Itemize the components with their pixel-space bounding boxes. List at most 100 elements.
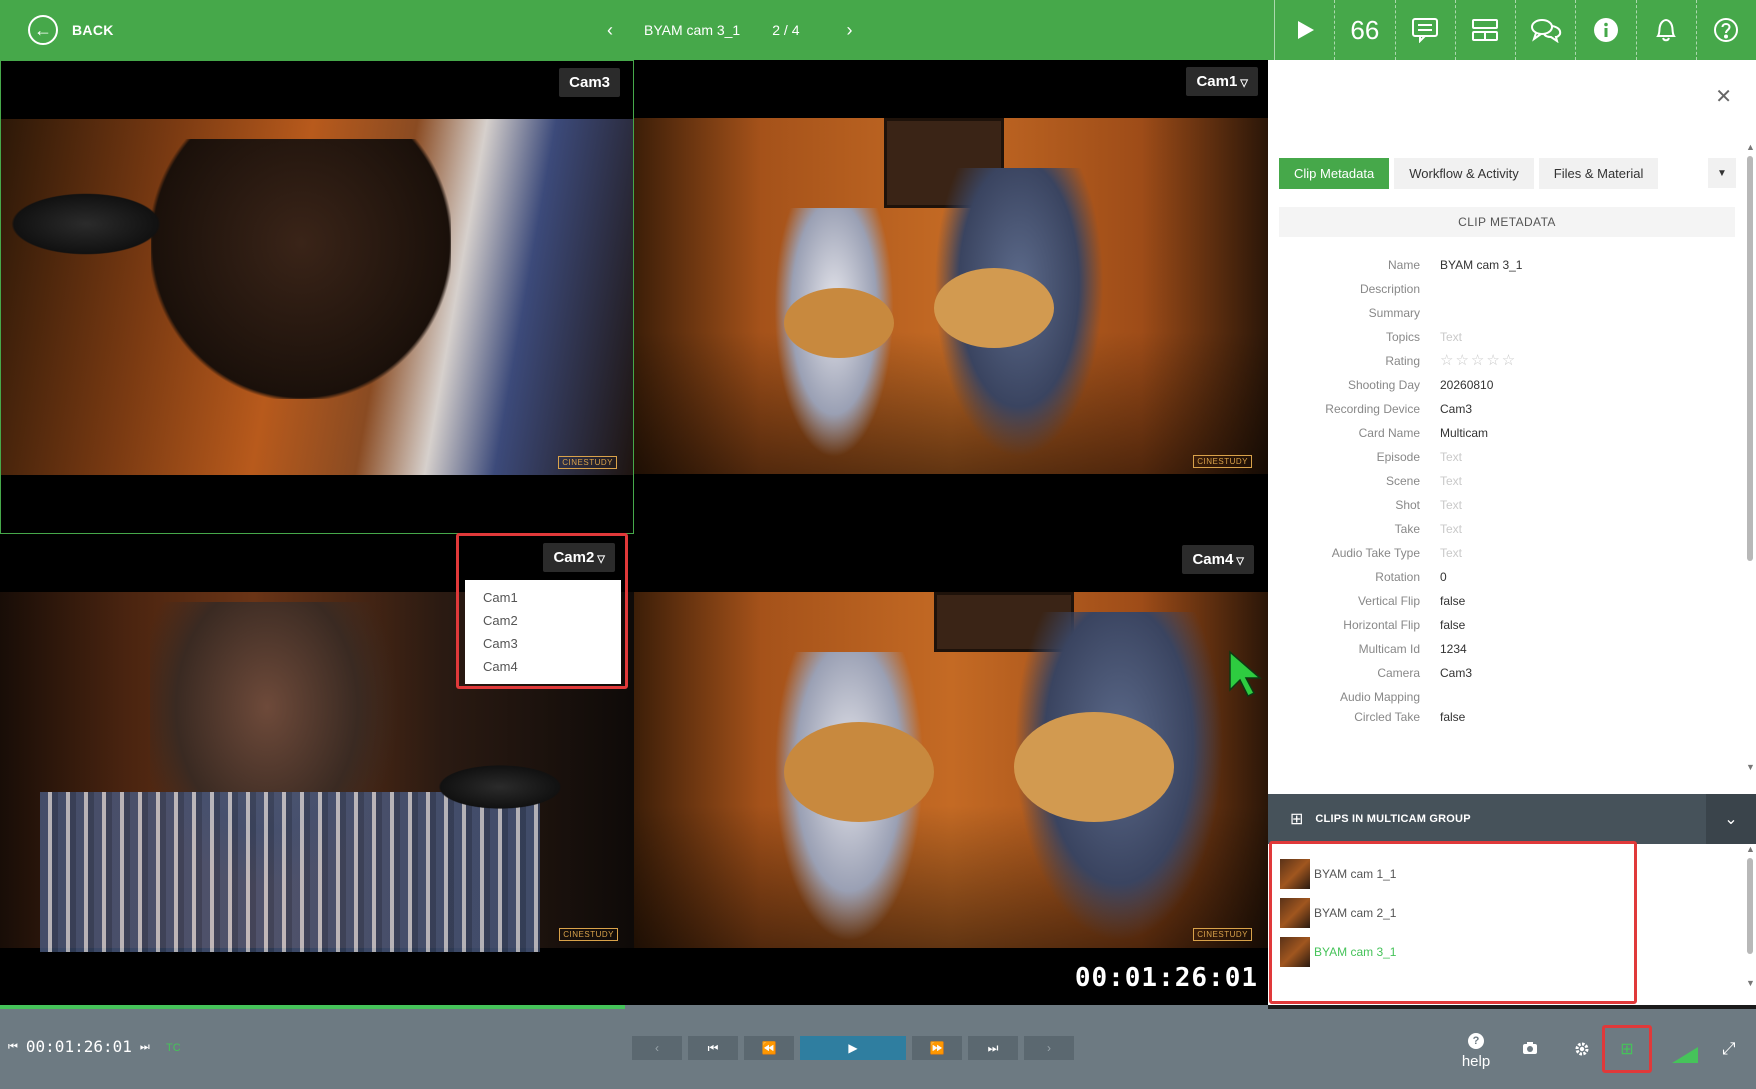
cam-option[interactable]: Cam3 xyxy=(465,632,621,655)
chat-icon[interactable] xyxy=(1515,0,1575,60)
quote-glyph: 66 xyxy=(1350,14,1380,45)
multicam-grid: Cam3 CINESTUDY Cam1 ▽ CINESTUDY CINESTUDY xyxy=(0,60,1268,1005)
layout-icon[interactable] xyxy=(1454,0,1515,60)
cam-label[interactable]: Cam3 xyxy=(559,68,620,97)
cam-option[interactable]: Cam1 xyxy=(465,586,621,609)
metadata-value[interactable]: 1234 xyxy=(1440,642,1467,656)
scroll-down-icon[interactable]: ▼ xyxy=(1746,762,1755,772)
grid-icon: ⊞ xyxy=(1620,1041,1634,1058)
scrollbar-thumb[interactable] xyxy=(1747,156,1753,561)
next-clip-icon[interactable]: › xyxy=(839,20,859,41)
metadata-value[interactable]: Text xyxy=(1440,522,1462,536)
cam-label-text: Cam3 xyxy=(569,74,610,91)
multicam-clip[interactable]: BYAM cam 1_1 xyxy=(1280,859,1396,889)
metadata-value[interactable]: BYAM cam 3_1 xyxy=(1440,258,1522,272)
multicam-clip[interactable]: BYAM cam 2_1 xyxy=(1280,898,1396,928)
metadata-value[interactable]: Cam3 xyxy=(1440,666,1472,680)
metadata-row: Episode Text xyxy=(1268,450,1738,474)
section-title: CLIP METADATA xyxy=(1279,207,1735,237)
rating-stars[interactable]: ☆☆☆☆☆ xyxy=(1440,352,1517,369)
gear-icon[interactable] xyxy=(1574,1041,1590,1061)
metadata-value[interactable]: false xyxy=(1440,710,1465,724)
metadata-value[interactable]: Multicam xyxy=(1440,426,1488,440)
back-arrow-icon: ← xyxy=(28,15,58,45)
metadata-key: Rating xyxy=(1385,354,1420,368)
tab-workflow-activity[interactable]: Workflow & Activity xyxy=(1394,158,1534,189)
skip-end-button[interactable]: ⏭ xyxy=(968,1036,1018,1060)
fullscreen-icon[interactable]: ⤢ xyxy=(1722,1039,1736,1059)
guitar-left xyxy=(784,722,934,822)
fast-forward-button[interactable]: ⏩ xyxy=(912,1036,962,1060)
caret-down-icon: ▽ xyxy=(597,554,605,565)
metadata-row: Name BYAM cam 3_1 xyxy=(1268,258,1738,282)
scroll-up-icon[interactable]: ▲ xyxy=(1746,844,1755,854)
video-cell-cam4[interactable]: Cam4 ▽ CINESTUDY 00:01:26:01 xyxy=(634,534,1268,1005)
multicam-grid-button[interactable]: ⊞ xyxy=(1602,1025,1652,1073)
play-button[interactable]: ▶ xyxy=(800,1036,906,1060)
metadata-key: Audio Mapping xyxy=(1339,690,1420,704)
metadata-value[interactable]: Text xyxy=(1440,474,1462,488)
step-back-icon[interactable]: ⏮ xyxy=(8,1040,18,1054)
cam-switch-dropdown[interactable]: Cam1 ▽ xyxy=(1186,67,1258,96)
metadata-value[interactable]: Text xyxy=(1440,450,1462,464)
guitar-left xyxy=(784,288,894,358)
metadata-value[interactable]: false xyxy=(1440,594,1465,608)
tab-files-material[interactable]: Files & Material xyxy=(1538,158,1659,189)
info-icon[interactable] xyxy=(1575,0,1635,60)
video-cell-cam1[interactable]: Cam1 ▽ CINESTUDY xyxy=(634,60,1268,534)
metadata-panel: ✕ Clip Metadata Workflow & Activity File… xyxy=(1268,60,1756,1005)
multicam-group-header[interactable]: ⊞ CLIPS IN MULTICAM GROUP ⌄ xyxy=(1268,794,1756,844)
clip-thumbnail xyxy=(1280,937,1310,967)
chevron-down-icon[interactable]: ⌄ xyxy=(1706,794,1756,844)
multicam-scrollbar[interactable]: ▲ ▼ xyxy=(1746,844,1755,988)
next-frame-button[interactable]: › xyxy=(1024,1036,1074,1060)
metadata-value[interactable]: 20260810 xyxy=(1440,378,1493,392)
metadata-value[interactable]: false xyxy=(1440,618,1465,632)
help-icon[interactable] xyxy=(1695,0,1756,60)
tab-clip-metadata[interactable]: Clip Metadata xyxy=(1279,158,1390,189)
back-label: BACK xyxy=(72,22,114,38)
timecode-mode[interactable]: TC xyxy=(166,1042,181,1054)
metadata-row: Camera Cam3 xyxy=(1268,666,1738,690)
player-controls: ⏮ 00:01:26:01 ⏭ TC ‹ ⏮ ⏪ ▶ ⏩ ⏭ › ? help … xyxy=(0,1009,1756,1089)
rewind-button[interactable]: ⏪ xyxy=(744,1036,794,1060)
skip-start-button[interactable]: ⏮ xyxy=(688,1036,738,1060)
step-forward-icon[interactable]: ⏭ xyxy=(140,1040,150,1054)
metadata-key: Summary xyxy=(1368,306,1420,320)
star-icon[interactable]: ☆☆☆☆☆ xyxy=(1440,352,1517,369)
metadata-value[interactable]: Text xyxy=(1440,498,1462,512)
metadata-scrollbar[interactable]: ▲ ▼ xyxy=(1746,142,1755,772)
timecode-overlay: 00:01:26:01 xyxy=(1074,963,1258,993)
metadata-value[interactable]: Text xyxy=(1440,330,1462,344)
video-cell-cam3[interactable]: Cam3 CINESTUDY xyxy=(0,60,634,534)
bell-icon[interactable] xyxy=(1635,0,1696,60)
camera-icon[interactable] xyxy=(1522,1041,1538,1059)
cam-option[interactable]: Cam4 xyxy=(465,655,621,678)
cam-option[interactable]: Cam2 xyxy=(465,609,621,632)
cam-label-text: Cam1 xyxy=(1196,73,1238,90)
tabs-more-icon[interactable]: ▼ xyxy=(1708,158,1736,188)
subtitles-icon[interactable] xyxy=(1394,0,1455,60)
metadata-row: Rating ☆☆☆☆☆ xyxy=(1268,352,1738,378)
clip-name: BYAM cam 3_1 xyxy=(1314,945,1397,959)
top-bar: ← BACK ‹ BYAM cam 3_1 2 / 4 › 66 xyxy=(0,0,1756,60)
back-button[interactable]: ← BACK xyxy=(28,15,114,45)
performer-shirt xyxy=(40,792,540,952)
volume-icon[interactable] xyxy=(1672,1047,1698,1063)
quote-icon[interactable]: 66 xyxy=(1334,0,1394,60)
prev-clip-icon[interactable]: ‹ xyxy=(600,20,620,41)
scrollbar-thumb[interactable] xyxy=(1747,858,1753,954)
metadata-value[interactable]: 0 xyxy=(1440,570,1447,584)
cam-switch-dropdown[interactable]: Cam2 ▽ xyxy=(543,543,615,572)
panel-tabs: Clip Metadata Workflow & Activity Files … xyxy=(1279,158,1659,189)
metadata-value[interactable]: Cam3 xyxy=(1440,402,1472,416)
cam-switch-dropdown[interactable]: Cam4 ▽ xyxy=(1182,545,1254,574)
scroll-down-icon[interactable]: ▼ xyxy=(1746,978,1755,988)
multicam-clip-current[interactable]: BYAM cam 3_1 xyxy=(1280,937,1396,967)
close-icon[interactable]: ✕ xyxy=(1715,84,1732,109)
help-button[interactable]: ? help xyxy=(1458,1033,1494,1070)
play-icon[interactable] xyxy=(1274,0,1334,60)
metadata-value[interactable]: Text xyxy=(1440,546,1462,560)
scroll-up-icon[interactable]: ▲ xyxy=(1746,142,1755,152)
prev-frame-button[interactable]: ‹ xyxy=(632,1036,682,1060)
